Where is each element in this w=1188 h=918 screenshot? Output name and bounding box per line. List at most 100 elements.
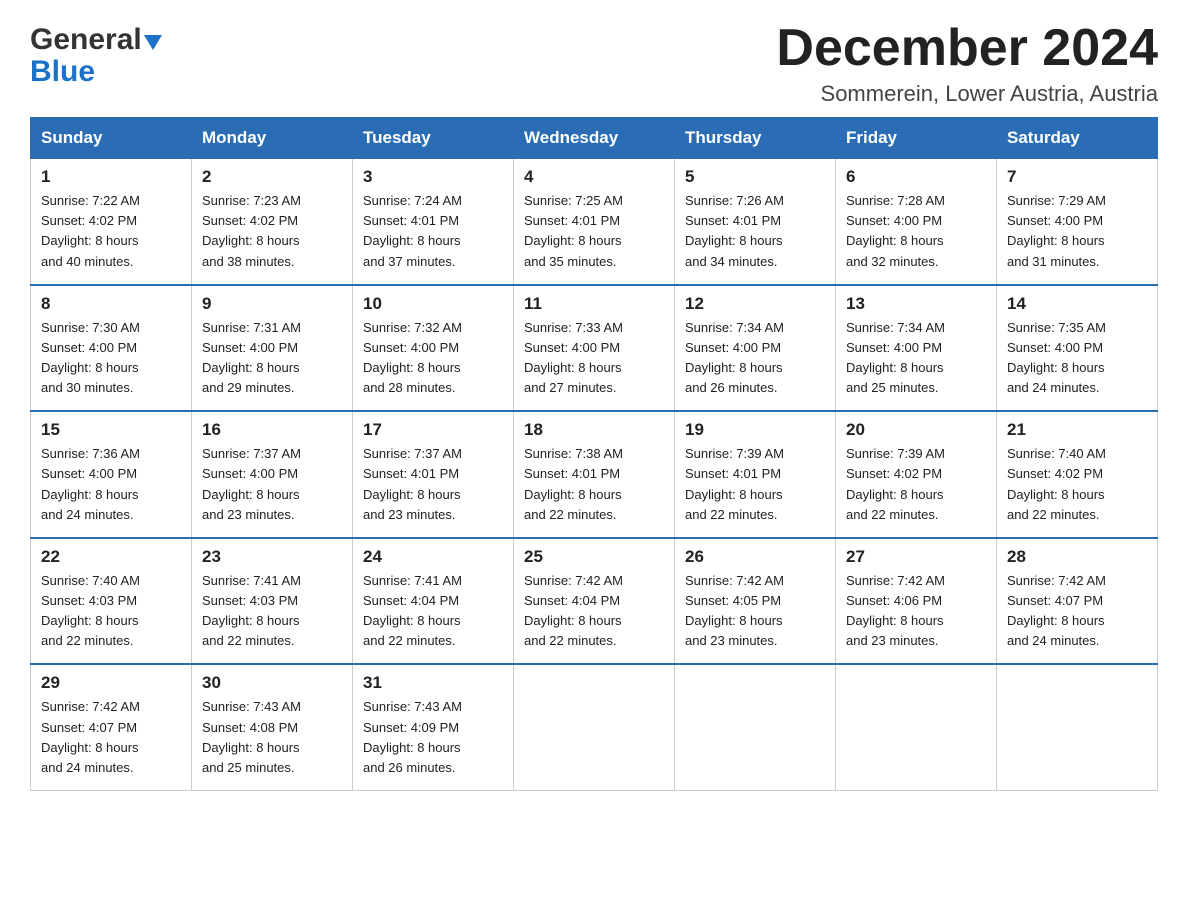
day-info: Sunrise: 7:38 AMSunset: 4:01 PMDaylight:… — [524, 444, 664, 525]
calendar-cell: 3 Sunrise: 7:24 AMSunset: 4:01 PMDaylight… — [353, 159, 514, 285]
day-number: 4 — [524, 167, 664, 187]
calendar-cell: 28 Sunrise: 7:42 AMSunset: 4:07 PMDayligh… — [997, 538, 1158, 665]
day-info: Sunrise: 7:28 AMSunset: 4:00 PMDaylight:… — [846, 191, 986, 272]
day-info: Sunrise: 7:36 AMSunset: 4:00 PMDaylight:… — [41, 444, 181, 525]
calendar-cell: 5Sunrise: 7:26 AMSunset: 4:01 PMDaylight… — [675, 159, 836, 285]
day-info: Sunrise: 7:33 AMSunset: 4:00 PMDaylight:… — [524, 318, 664, 399]
day-number: 14 — [1007, 294, 1147, 314]
day-info: Sunrise: 7:24 AMSunset: 4:01 PMDaylight:… — [363, 191, 503, 272]
calendar-table: Sunday Monday Tuesday Wednesday Thursday… — [30, 117, 1158, 791]
col-saturday: Saturday — [997, 118, 1158, 159]
day-info: Sunrise: 7:42 AMSunset: 4:04 PMDaylight:… — [524, 571, 664, 652]
day-number: 27 — [846, 547, 986, 567]
calendar-cell: 22Sunrise: 7:40 AMSunset: 4:03 PMDayligh… — [31, 538, 192, 665]
day-info: Sunrise: 7:42 AMSunset: 4:07 PMDaylight:… — [1007, 571, 1147, 652]
calendar-cell: 31Sunrise: 7:43 AMSunset: 4:09 PMDayligh… — [353, 664, 514, 790]
calendar-cell: 30 Sunrise: 7:43 AMSunset: 4:08 PMDayligh… — [192, 664, 353, 790]
day-info: Sunrise: 7:42 AMSunset: 4:07 PMDaylight:… — [41, 697, 181, 778]
calendar-cell: 4 Sunrise: 7:25 AMSunset: 4:01 PMDaylight… — [514, 159, 675, 285]
calendar-cell: 10 Sunrise: 7:32 AMSunset: 4:00 PMDayligh… — [353, 285, 514, 412]
calendar-cell — [675, 664, 836, 790]
calendar-cell: 21Sunrise: 7:40 AMSunset: 4:02 PMDayligh… — [997, 411, 1158, 538]
calendar-cell: 20 Sunrise: 7:39 AMSunset: 4:02 PMDayligh… — [836, 411, 997, 538]
day-number: 17 — [363, 420, 503, 440]
calendar-cell: 6 Sunrise: 7:28 AMSunset: 4:00 PMDaylight… — [836, 159, 997, 285]
day-number: 2 — [202, 167, 342, 187]
day-info: Sunrise: 7:37 AMSunset: 4:01 PMDaylight:… — [363, 444, 503, 525]
day-info: Sunrise: 7:40 AMSunset: 4:03 PMDaylight:… — [41, 571, 181, 652]
col-monday: Monday — [192, 118, 353, 159]
logo[interactable]: General Blue — [30, 25, 162, 88]
calendar-cell: 17 Sunrise: 7:37 AMSunset: 4:01 PMDayligh… — [353, 411, 514, 538]
day-number: 30 — [202, 673, 342, 693]
calendar-cell: 2 Sunrise: 7:23 AMSunset: 4:02 PMDaylight… — [192, 159, 353, 285]
calendar-cell: 13 Sunrise: 7:34 AMSunset: 4:00 PMDayligh… — [836, 285, 997, 412]
col-tuesday: Tuesday — [353, 118, 514, 159]
day-number: 7 — [1007, 167, 1147, 187]
day-number: 19 — [685, 420, 825, 440]
calendar-cell: 15 Sunrise: 7:36 AMSunset: 4:00 PMDayligh… — [31, 411, 192, 538]
day-number: 21 — [1007, 420, 1147, 440]
calendar-week-2: 8Sunrise: 7:30 AMSunset: 4:00 PMDaylight… — [31, 285, 1158, 412]
day-info: Sunrise: 7:41 AMSunset: 4:03 PMDaylight:… — [202, 571, 342, 652]
day-info: Sunrise: 7:32 AMSunset: 4:00 PMDaylight:… — [363, 318, 503, 399]
calendar-cell: 8Sunrise: 7:30 AMSunset: 4:00 PMDaylight… — [31, 285, 192, 412]
logo-general: General — [30, 25, 142, 55]
day-info: Sunrise: 7:34 AMSunset: 4:00 PMDaylight:… — [685, 318, 825, 399]
calendar-week-5: 29 Sunrise: 7:42 AMSunset: 4:07 PMDayligh… — [31, 664, 1158, 790]
day-number: 15 — [41, 420, 181, 440]
col-sunday: Sunday — [31, 118, 192, 159]
day-number: 18 — [524, 420, 664, 440]
day-info: Sunrise: 7:34 AMSunset: 4:00 PMDaylight:… — [846, 318, 986, 399]
month-year-title: December 2024 — [776, 20, 1158, 77]
day-info: Sunrise: 7:43 AMSunset: 4:08 PMDaylight:… — [202, 697, 342, 778]
calendar-week-1: 1Sunrise: 7:22 AMSunset: 4:02 PMDaylight… — [31, 159, 1158, 285]
day-info: Sunrise: 7:41 AMSunset: 4:04 PMDaylight:… — [363, 571, 503, 652]
day-number: 11 — [524, 294, 664, 314]
day-info: Sunrise: 7:29 AMSunset: 4:00 PMDaylight:… — [1007, 191, 1147, 272]
calendar-week-3: 15 Sunrise: 7:36 AMSunset: 4:00 PMDayligh… — [31, 411, 1158, 538]
day-info: Sunrise: 7:31 AMSunset: 4:00 PMDaylight:… — [202, 318, 342, 399]
day-number: 10 — [363, 294, 503, 314]
day-number: 20 — [846, 420, 986, 440]
day-info: Sunrise: 7:25 AMSunset: 4:01 PMDaylight:… — [524, 191, 664, 272]
calendar-cell: 18 Sunrise: 7:38 AMSunset: 4:01 PMDayligh… — [514, 411, 675, 538]
day-info: Sunrise: 7:22 AMSunset: 4:02 PMDaylight:… — [41, 191, 181, 272]
title-section: December 2024 Sommerein, Lower Austria, … — [776, 20, 1158, 107]
col-thursday: Thursday — [675, 118, 836, 159]
calendar-cell: 16 Sunrise: 7:37 AMSunset: 4:00 PMDayligh… — [192, 411, 353, 538]
day-number: 13 — [846, 294, 986, 314]
calendar-cell: 1Sunrise: 7:22 AMSunset: 4:02 PMDaylight… — [31, 159, 192, 285]
calendar-cell: 24Sunrise: 7:41 AMSunset: 4:04 PMDayligh… — [353, 538, 514, 665]
day-number: 5 — [685, 167, 825, 187]
day-info: Sunrise: 7:39 AMSunset: 4:02 PMDaylight:… — [846, 444, 986, 525]
calendar-cell: 14Sunrise: 7:35 AMSunset: 4:00 PMDayligh… — [997, 285, 1158, 412]
day-info: Sunrise: 7:39 AMSunset: 4:01 PMDaylight:… — [685, 444, 825, 525]
calendar-cell: 7 Sunrise: 7:29 AMSunset: 4:00 PMDaylight… — [997, 159, 1158, 285]
day-number: 29 — [41, 673, 181, 693]
day-number: 28 — [1007, 547, 1147, 567]
calendar-cell: 9 Sunrise: 7:31 AMSunset: 4:00 PMDaylight… — [192, 285, 353, 412]
calendar-cell — [997, 664, 1158, 790]
col-friday: Friday — [836, 118, 997, 159]
logo-blue: Blue — [30, 55, 95, 88]
day-info: Sunrise: 7:23 AMSunset: 4:02 PMDaylight:… — [202, 191, 342, 272]
day-info: Sunrise: 7:37 AMSunset: 4:00 PMDaylight:… — [202, 444, 342, 525]
calendar-cell: 12Sunrise: 7:34 AMSunset: 4:00 PMDayligh… — [675, 285, 836, 412]
calendar-cell — [836, 664, 997, 790]
day-info: Sunrise: 7:42 AMSunset: 4:06 PMDaylight:… — [846, 571, 986, 652]
calendar-cell: 11 Sunrise: 7:33 AMSunset: 4:00 PMDayligh… — [514, 285, 675, 412]
day-number: 3 — [363, 167, 503, 187]
day-number: 6 — [846, 167, 986, 187]
calendar-cell: 27 Sunrise: 7:42 AMSunset: 4:06 PMDayligh… — [836, 538, 997, 665]
day-number: 9 — [202, 294, 342, 314]
day-number: 23 — [202, 547, 342, 567]
location-subtitle: Sommerein, Lower Austria, Austria — [776, 81, 1158, 107]
day-info: Sunrise: 7:43 AMSunset: 4:09 PMDaylight:… — [363, 697, 503, 778]
day-number: 25 — [524, 547, 664, 567]
day-number: 16 — [202, 420, 342, 440]
day-number: 8 — [41, 294, 181, 314]
calendar-header: Sunday Monday Tuesday Wednesday Thursday… — [31, 118, 1158, 159]
calendar-cell: 26Sunrise: 7:42 AMSunset: 4:05 PMDayligh… — [675, 538, 836, 665]
logo-triangle-icon — [144, 35, 162, 50]
